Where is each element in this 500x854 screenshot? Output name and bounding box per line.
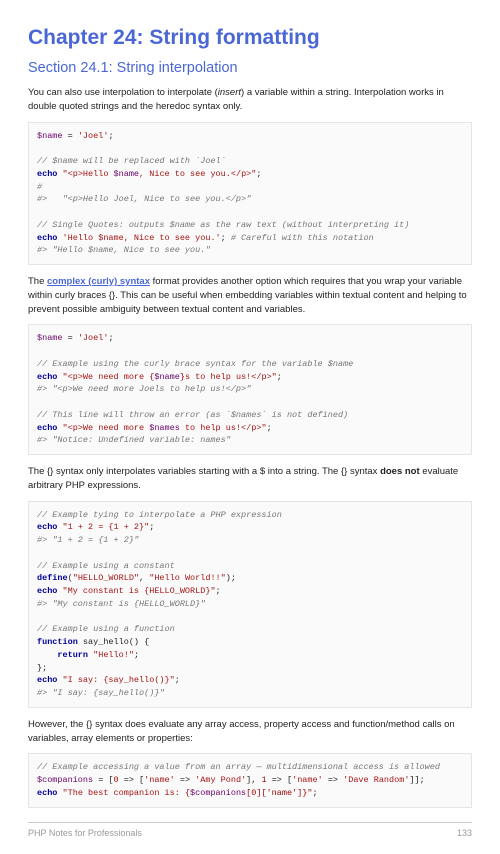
page-footer: PHP Notes for Professionals 133: [28, 822, 472, 838]
intro-paragraph: You can also use interpolation to interp…: [28, 86, 472, 114]
section-title: Section 24.1: String interpolation: [28, 60, 472, 76]
page-number: 133: [457, 828, 472, 838]
paragraph-3: The {} syntax only interpolates variable…: [28, 465, 472, 493]
code-block-1: $name = 'Joel'; // $name will be replace…: [28, 122, 472, 266]
chapter-title: Chapter 24: String formatting: [28, 26, 472, 50]
code-block-2: $name = 'Joel'; // Example using the cur…: [28, 324, 472, 455]
complex-syntax-link[interactable]: complex (curly) syntax: [47, 276, 150, 287]
code-block-4: // Example accessing a value from an arr…: [28, 753, 472, 807]
footer-title: PHP Notes for Professionals: [28, 828, 142, 838]
paragraph-2: The complex (curly) syntax format provid…: [28, 275, 472, 316]
paragraph-4: However, the {} syntax does evaluate any…: [28, 718, 472, 746]
code-block-3: // Example tying to interpolate a PHP ex…: [28, 501, 472, 708]
